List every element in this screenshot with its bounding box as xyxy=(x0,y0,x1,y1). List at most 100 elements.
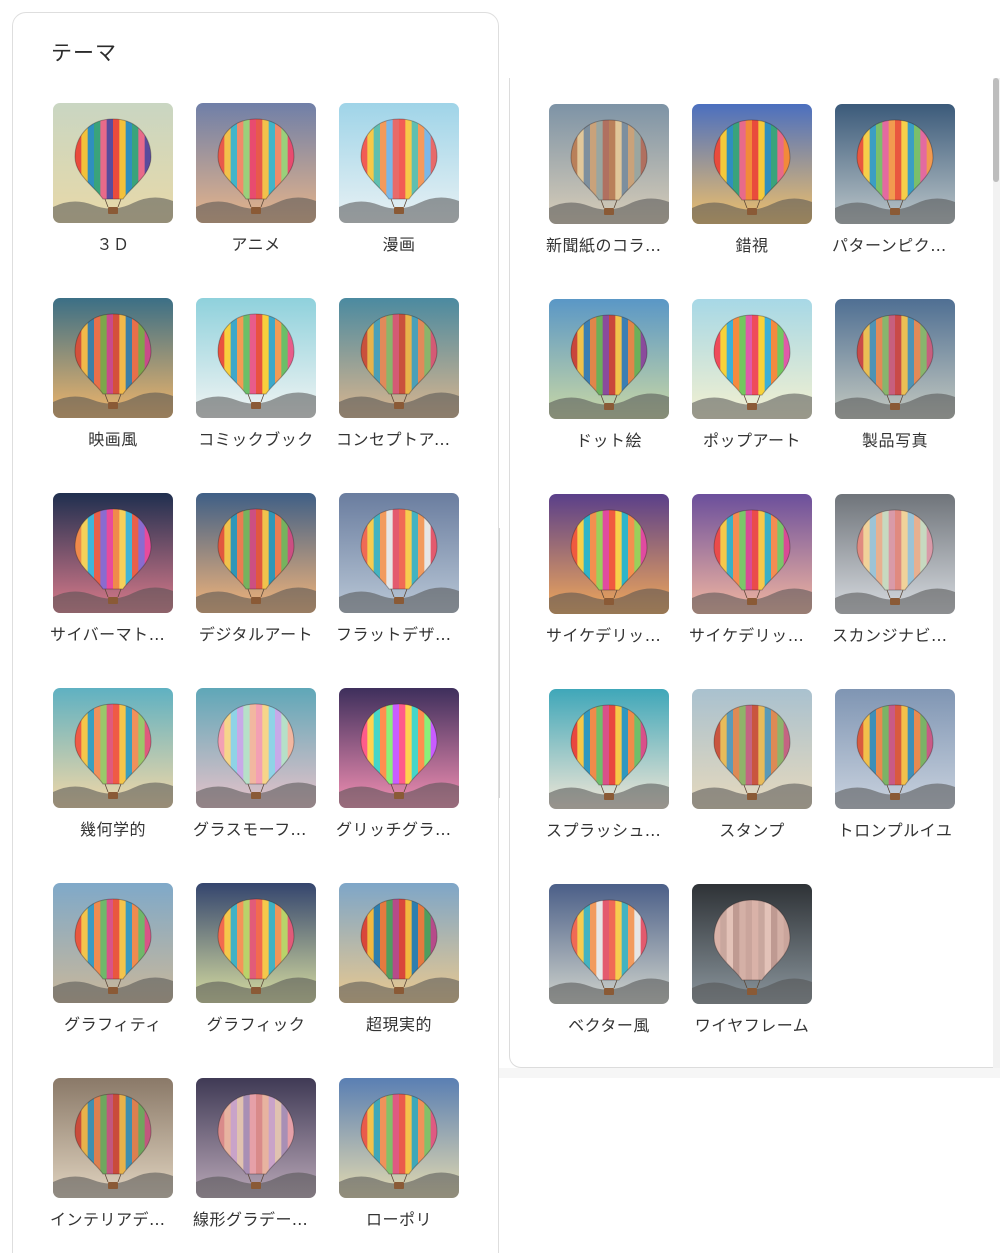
theme-label: 線形グラデーション xyxy=(193,1210,319,1229)
theme-option[interactable]: 線形グラデーション xyxy=(193,1078,319,1229)
theme-thumbnail[interactable] xyxy=(339,298,459,418)
balloon-stripe xyxy=(888,705,896,785)
theme-option[interactable]: トロンプルイユ xyxy=(832,689,958,840)
theme-label: グラフィティ xyxy=(64,1015,162,1034)
theme-option[interactable]: 映画風 xyxy=(50,298,176,449)
theme-option[interactable]: アニメ xyxy=(193,103,319,254)
theme-option[interactable]: グラフィティ xyxy=(50,883,176,1034)
theme-option[interactable]: 漫画 xyxy=(336,103,462,254)
theme-label: インテリアデザイン xyxy=(50,1210,176,1229)
balloon-stripe xyxy=(615,900,623,980)
theme-thumbnail[interactable] xyxy=(835,104,955,224)
theme-option[interactable]: 製品写真 xyxy=(832,299,958,450)
theme-option[interactable]: ベクター風 xyxy=(546,884,672,1035)
theme-option[interactable]: グリッチグラフィック xyxy=(336,688,462,839)
theme-thumbnail[interactable] xyxy=(835,494,955,614)
theme-option[interactable]: サイケデリックアート xyxy=(546,494,672,645)
theme-thumbnail[interactable] xyxy=(692,689,812,809)
theme-thumbnail[interactable] xyxy=(692,494,812,614)
theme-thumbnail[interactable] xyxy=(196,103,316,223)
balloon-stripe xyxy=(100,314,108,394)
theme-thumbnail[interactable] xyxy=(692,104,812,224)
theme-option[interactable]: グラフィック xyxy=(193,883,319,1034)
theme-label: コミックブック xyxy=(198,430,314,449)
balloon-stripe xyxy=(113,119,120,199)
balloon-stripe xyxy=(119,1094,127,1174)
theme-thumbnail[interactable] xyxy=(339,883,459,1003)
theme-option[interactable]: コミックブック xyxy=(193,298,319,449)
theme-thumbnail[interactable] xyxy=(339,688,459,808)
theme-thumbnail[interactable] xyxy=(53,298,173,418)
theme-option[interactable]: スカンジナビアンアート xyxy=(832,494,958,645)
theme-thumbnail[interactable] xyxy=(196,493,316,613)
balloon-stripe xyxy=(405,314,413,394)
theme-thumbnail[interactable] xyxy=(549,299,669,419)
theme-thumbnail[interactable] xyxy=(339,103,459,223)
balloon-stripe xyxy=(758,120,766,200)
balloon-stripe xyxy=(94,899,101,979)
theme-thumbnail[interactable] xyxy=(549,104,669,224)
balloon-basket xyxy=(251,207,261,214)
balloon-stripe xyxy=(602,900,610,980)
theme-label: サイバーマトリックス xyxy=(50,625,176,644)
theme-thumbnail[interactable] xyxy=(692,884,812,1004)
scrollbar-track[interactable] xyxy=(993,78,1000,1068)
theme-thumbnail[interactable] xyxy=(53,688,173,808)
balloon-stripe xyxy=(386,899,394,979)
theme-option[interactable]: デジタルアート xyxy=(193,493,319,644)
theme-thumbnail[interactable] xyxy=(196,1078,316,1198)
theme-thumbnail[interactable] xyxy=(53,883,173,1003)
theme-label: コンセプトアート xyxy=(336,430,462,449)
theme-option[interactable]: ポップアート xyxy=(689,299,815,450)
theme-option[interactable]: スプラッシュアート xyxy=(546,689,672,840)
theme-option[interactable]: ローポリ xyxy=(336,1078,462,1229)
theme-option[interactable]: ３Ｄ xyxy=(50,103,176,254)
balloon-stripe xyxy=(895,120,902,200)
balloon-basket xyxy=(251,597,261,604)
theme-thumbnail[interactable] xyxy=(339,493,459,613)
theme-label: スタンプ xyxy=(719,821,785,840)
balloon-stripe xyxy=(739,120,747,200)
theme-thumbnail[interactable] xyxy=(53,493,173,613)
scrollbar-thumb[interactable] xyxy=(993,78,999,182)
theme-thumbnail[interactable] xyxy=(549,884,669,1004)
theme-option[interactable]: スタンプ xyxy=(689,689,815,840)
theme-option[interactable]: 超現実的 xyxy=(336,883,462,1034)
balloon-stripe xyxy=(602,705,610,785)
balloon-stripe xyxy=(106,314,114,394)
theme-thumbnail[interactable] xyxy=(196,883,316,1003)
theme-thumbnail[interactable] xyxy=(549,494,669,614)
theme-option[interactable]: パターンピクセル xyxy=(832,104,958,255)
theme-option[interactable]: 幾何学的 xyxy=(50,688,176,839)
theme-thumbnail[interactable] xyxy=(53,103,173,223)
theme-option[interactable]: グラスモーフィズム xyxy=(193,688,319,839)
theme-thumbnail[interactable] xyxy=(835,689,955,809)
balloon-stripe xyxy=(113,899,120,979)
balloon-stripe xyxy=(901,705,909,785)
theme-option[interactable]: インテリアデザイン xyxy=(50,1078,176,1229)
theme-thumbnail[interactable] xyxy=(549,689,669,809)
theme-thumbnail[interactable] xyxy=(339,1078,459,1198)
theme-thumbnail[interactable] xyxy=(835,299,955,419)
theme-thumbnail[interactable] xyxy=(196,298,316,418)
theme-option[interactable]: サイケデリックアート xyxy=(689,494,815,645)
balloon-stripe xyxy=(386,314,394,394)
theme-label: スプラッシュアート xyxy=(546,821,672,840)
theme-option[interactable]: 新聞紙のコラージュ xyxy=(546,104,672,255)
theme-label: アニメ xyxy=(231,235,281,254)
theme-thumbnail[interactable] xyxy=(692,299,812,419)
balloon-stripe xyxy=(602,120,610,200)
balloon-stripe xyxy=(758,315,766,395)
balloon-stripe xyxy=(405,704,413,784)
theme-option[interactable]: サイバーマトリックス xyxy=(50,493,176,644)
theme-option[interactable]: ドット絵 xyxy=(546,299,672,450)
theme-option[interactable]: 錯視 xyxy=(689,104,815,255)
theme-option[interactable]: コンセプトアート xyxy=(336,298,462,449)
theme-option[interactable]: フラットデザイン xyxy=(336,493,462,644)
balloon-basket xyxy=(251,792,261,799)
balloon-stripe xyxy=(399,899,406,979)
theme-option[interactable]: ワイヤフレーム xyxy=(689,884,815,1035)
theme-thumbnail[interactable] xyxy=(196,688,316,808)
theme-thumbnail[interactable] xyxy=(53,1078,173,1198)
theme-label: ドット絵 xyxy=(575,431,642,450)
